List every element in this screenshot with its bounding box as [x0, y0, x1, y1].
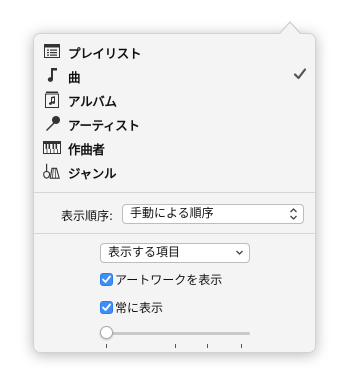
menu-item-playlist[interactable]: プレイリスト	[34, 39, 317, 63]
checkmark-icon	[293, 66, 307, 80]
menu-item-albums[interactable]: アルバム	[34, 87, 317, 111]
menu-item-composers[interactable]: 作曲者	[34, 135, 317, 159]
menu-item-label: アルバム	[68, 94, 117, 109]
popover-arrow-fill	[279, 23, 301, 35]
menu-item-label: ジャンル	[68, 166, 117, 181]
sort-order-label: 表示順序:	[61, 209, 114, 223]
sort-order-value: 手動による順序	[130, 206, 214, 220]
up-down-chevron-icon	[289, 207, 298, 226]
menu-item-artists[interactable]: アーティスト	[34, 111, 317, 135]
items-to-show-select[interactable]: 表示する項目	[100, 243, 250, 263]
slider-tick	[175, 344, 176, 348]
slider-tick	[106, 344, 107, 348]
always-show-label: 常に表示	[115, 300, 164, 315]
menu-item-label: プレイリスト	[68, 46, 142, 61]
show-artwork-option[interactable]: アートワークを表示	[100, 270, 222, 288]
slider-tick	[207, 344, 208, 348]
menu-item-label: アーティスト	[68, 118, 140, 133]
playlist-icon	[43, 42, 61, 60]
menu-item-label: 曲	[68, 70, 81, 85]
items-to-show-value: 表示する項目	[108, 245, 181, 259]
show-artwork-checkbox[interactable]	[100, 272, 113, 286]
menu-item-label: 作曲者	[68, 142, 105, 157]
instruments-icon	[43, 162, 61, 180]
size-slider-track[interactable]	[107, 332, 250, 335]
microphone-icon	[43, 114, 61, 132]
show-artwork-label: アートワークを表示	[115, 272, 223, 287]
divider	[34, 233, 317, 234]
menu-item-songs[interactable]: 曲	[34, 63, 317, 87]
album-icon	[43, 90, 61, 108]
slider-tick	[241, 344, 242, 348]
view-options-popover: プレイリスト 曲 アルバム アーティスト 作曲者 ジャンル 表示順序: 手動によ…	[33, 33, 317, 353]
sort-order-select[interactable]: 手動による順序	[122, 204, 304, 224]
menu-item-genres[interactable]: ジャンル	[34, 159, 317, 183]
always-show-checkbox[interactable]	[100, 300, 113, 314]
divider	[34, 192, 317, 193]
chevron-down-icon	[235, 247, 244, 264]
size-slider-knob[interactable]	[100, 326, 113, 339]
always-show-option[interactable]: 常に表示	[100, 298, 163, 316]
piano-icon	[43, 138, 61, 156]
music-note-icon	[43, 66, 61, 84]
